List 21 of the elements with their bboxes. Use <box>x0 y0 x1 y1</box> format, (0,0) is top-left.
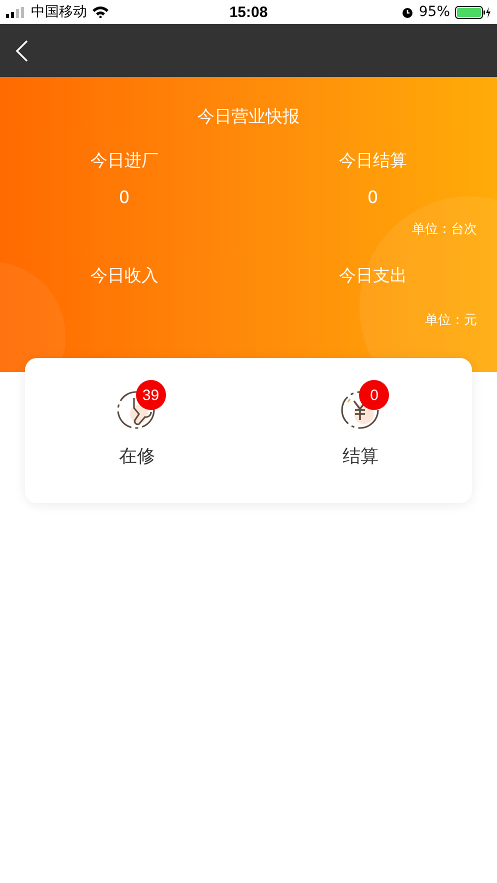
stat-label: 今日收入 <box>90 265 158 287</box>
unit-label: 单位：元 <box>425 312 477 329</box>
back-icon[interactable] <box>16 40 28 62</box>
stat-value: 0 <box>118 188 130 208</box>
signal-icon <box>6 6 26 18</box>
carrier-name: 中国移动 <box>31 3 87 21</box>
shortcut-item[interactable]: 39 在修 <box>25 358 248 503</box>
battery-icon <box>455 6 491 18</box>
stat-label: 今日进厂 <box>90 150 158 172</box>
clock-time: 15:08 <box>229 4 268 20</box>
count-badge: 0 <box>359 380 390 410</box>
report-title: 今日营业快报 <box>196 106 300 129</box>
stat-label: 今日结算 <box>338 150 407 172</box>
shortcut-item[interactable]: 0 结算 <box>248 358 472 503</box>
stat-label: 今日支出 <box>338 265 407 287</box>
stat-value: 0 <box>367 188 378 208</box>
unit-label: 单位：台次 <box>412 221 477 238</box>
alarm-icon <box>400 6 414 18</box>
wifi-icon <box>92 6 109 18</box>
count-badge: 39 <box>136 380 166 410</box>
battery-percent: 95% <box>418 4 450 20</box>
